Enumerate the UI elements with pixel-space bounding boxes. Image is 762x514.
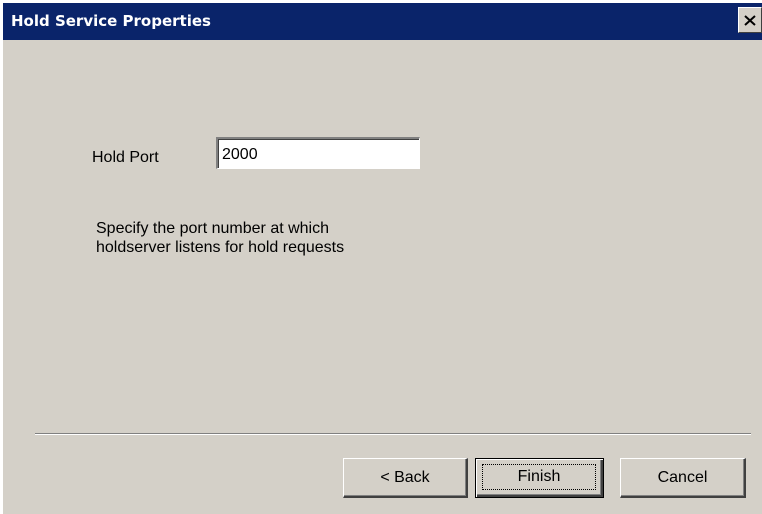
hold-port-help-text: Specify the port number at which holdser…	[96, 219, 456, 257]
help-text-line-1: Specify the port number at which	[96, 220, 330, 237]
finish-button-label: Finish	[482, 464, 596, 490]
hold-port-input[interactable]	[216, 137, 420, 169]
title-bar[interactable]: Hold Service Properties	[3, 3, 762, 40]
separator-line	[35, 433, 751, 435]
hold-port-label: Hold Port	[92, 149, 159, 166]
close-button[interactable]	[738, 7, 762, 33]
hold-service-properties-dialog: Hold Service Properties Hold Port Specif…	[3, 3, 762, 514]
cancel-button[interactable]: Cancel	[620, 458, 746, 498]
dialog-title: Hold Service Properties	[11, 12, 211, 30]
back-button[interactable]: < Back	[343, 458, 468, 498]
finish-button[interactable]: Finish	[475, 458, 604, 498]
close-icon	[744, 14, 756, 26]
help-text-line-2: holdserver listens for hold requests	[96, 239, 345, 256]
